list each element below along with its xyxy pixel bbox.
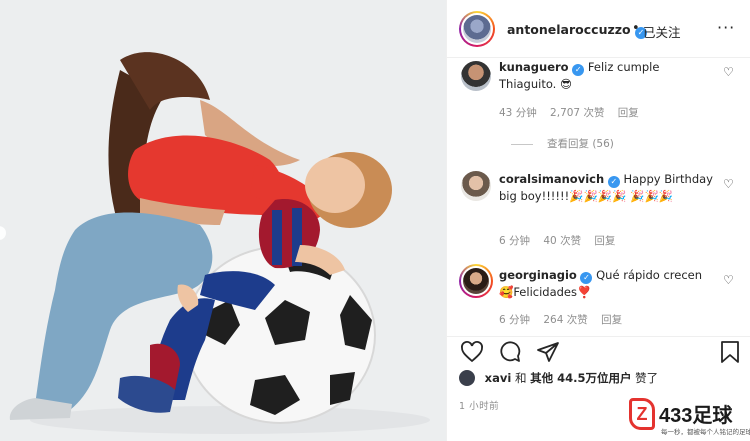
comment-time: 6 分钟 [499, 235, 531, 247]
comment-username[interactable]: georginagio [499, 268, 577, 282]
likes-count[interactable]: 44.5万 [557, 371, 597, 385]
comment-likes[interactable]: 264 次赞 [543, 314, 587, 326]
comment-like-heart-icon[interactable]: ♡ [723, 65, 734, 79]
author-username-text[interactable]: antonelaroccuzzo [507, 22, 631, 37]
comment-text: kunaguero ✓ Feliz cumple Thiaguito. 😎 [499, 59, 719, 92]
liker-username[interactable]: xavi [485, 371, 512, 385]
comment-reply[interactable]: 回复 [618, 107, 639, 119]
likes-and: 和 [514, 371, 527, 385]
comment-meta: 43 分钟 2,707 次赞 回复 [499, 105, 649, 120]
comment-avatar[interactable] [461, 171, 491, 201]
likes-action: 赞了 [635, 371, 659, 385]
post-actions [447, 336, 750, 366]
comment-like-heart-icon[interactable]: ♡ [723, 177, 734, 191]
comment-text: coralsimanovich ✓ Happy Birthday big boy… [499, 171, 719, 204]
photo-illustration [0, 0, 446, 441]
site-watermark: Z 433足球 每一秒，都被每个人铭记的足球 [625, 398, 750, 441]
comment-likes[interactable]: 40 次赞 [543, 235, 581, 247]
likes-suffix[interactable]: 位用户 [597, 371, 632, 385]
comment-meta: 6 分钟 264 次赞 回复 [499, 312, 632, 327]
comment-time: 43 分钟 [499, 107, 537, 119]
comment-avatar[interactable] [459, 264, 493, 298]
post-side-panel: antonelaroccuzzo ✓ • 已关注 ··· kunaguero ✓… [446, 0, 750, 441]
verified-icon: ✓ [607, 176, 620, 188]
watermark-subtitle: 每一秒，都被每个人铭记的足球 [661, 428, 750, 436]
post-photo [0, 0, 446, 441]
comment-time: 6 分钟 [499, 314, 531, 326]
post-header: antonelaroccuzzo ✓ • 已关注 ··· [447, 0, 750, 58]
comment-text: georginagio ✓ Qué rápido crecen 🥰Felicid… [499, 267, 719, 300]
comment-reply[interactable]: 回复 [594, 235, 615, 247]
comment-like-heart-icon[interactable]: ♡ [723, 273, 734, 287]
author-username[interactable]: antonelaroccuzzo ✓ [507, 22, 647, 39]
separator-dot: • [632, 21, 640, 36]
author-avatar[interactable] [459, 11, 495, 47]
share-icon[interactable] [535, 340, 561, 364]
verified-icon: ✓ [572, 64, 585, 76]
comment-username[interactable]: coralsimanovich [499, 172, 604, 186]
comments-list: kunaguero ✓ Feliz cumple Thiaguito. 😎 ♡ … [447, 59, 750, 335]
liker-avatar[interactable] [459, 370, 475, 386]
likes-summary: xavi 和 其他 44.5万位用户 赞了 [459, 370, 658, 386]
verified-icon: ✓ [580, 272, 593, 284]
comment-username[interactable]: kunaguero [499, 60, 569, 74]
post-timestamp[interactable]: 1 小时前 [459, 398, 499, 412]
following-button[interactable]: 已关注 [643, 22, 681, 41]
heart-icon[interactable] [459, 340, 485, 364]
comment-icon[interactable] [497, 340, 523, 364]
likes-others-label[interactable]: 其他 [530, 371, 553, 385]
watermark-title: 433足球 [659, 405, 733, 427]
comment-avatar[interactable] [461, 61, 491, 91]
likes-others-link[interactable]: 其他 44.5万位用户 [530, 371, 631, 385]
comment-meta: 6 分钟 40 次赞 回复 [499, 233, 625, 248]
watermark-logo: Z [629, 398, 655, 430]
view-replies-link[interactable]: 查看回复 (56) [547, 136, 614, 151]
bookmark-icon[interactable] [719, 340, 741, 364]
more-icon[interactable]: ··· [717, 18, 735, 37]
comment-reply[interactable]: 回复 [601, 314, 622, 326]
comment-likes[interactable]: 2,707 次赞 [550, 107, 604, 119]
